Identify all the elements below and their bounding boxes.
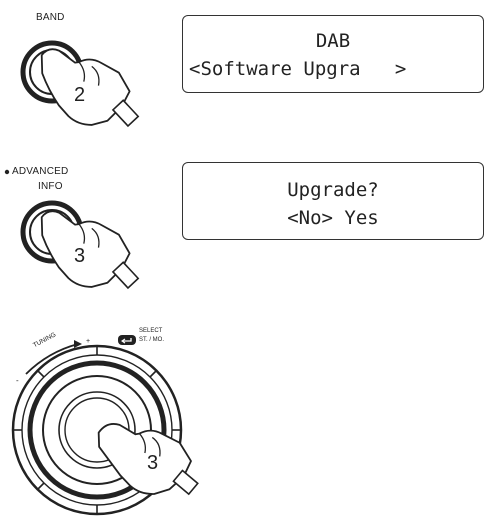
finger-hand-icon xyxy=(40,48,140,128)
display-line-2: <No> Yes xyxy=(287,207,379,229)
band-button-label: BAND xyxy=(36,12,65,23)
select-enter-icon xyxy=(118,335,136,345)
display-line-2: <Software Upgra > xyxy=(189,58,407,80)
plus-sign: + xyxy=(86,338,91,345)
lcd-display: Upgrade? <No> Yes xyxy=(182,162,484,240)
indicator-dot xyxy=(4,169,10,175)
select-label: SELECT xyxy=(139,328,163,334)
display-line-1: DAB xyxy=(315,30,351,52)
finger-hand-icon xyxy=(40,210,140,290)
info-button-label: INFO xyxy=(38,181,63,192)
press-count-label: 3 xyxy=(147,452,159,474)
minus-sign: - xyxy=(16,376,19,385)
advanced-label: ADVANCED xyxy=(12,166,69,177)
display-line-1: Upgrade? xyxy=(287,179,379,201)
press-count-label: 3 xyxy=(74,245,86,267)
press-count-label: 2 xyxy=(74,84,86,106)
stereo-mono-label: ST. / MO. xyxy=(139,337,165,343)
lcd-display: DAB <Software Upgra > xyxy=(182,15,484,93)
